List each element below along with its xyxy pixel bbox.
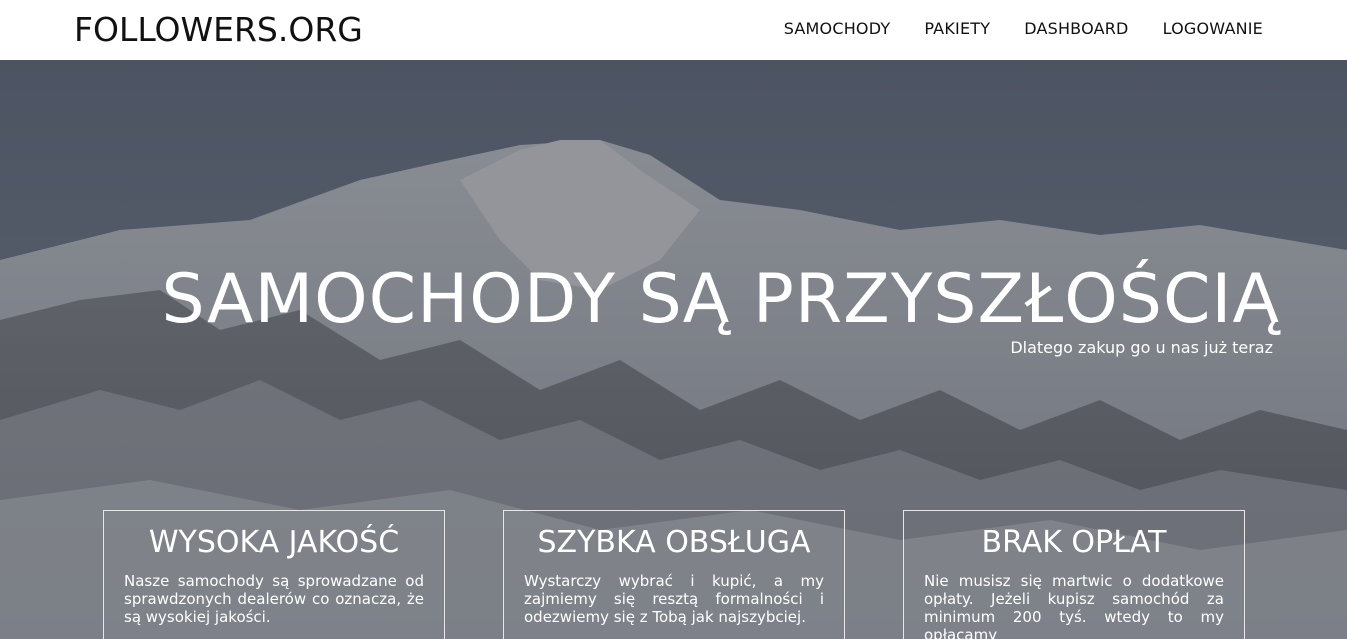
feature-title: SZYBKA OBSŁUGA [537, 525, 811, 560]
nav-menu: SAMOCHODY PAKIETY DASHBOARD LOGOWANIE [784, 19, 1263, 38]
feature-text: Wystarczy wybrać i kupić, a my zajmiemy … [524, 572, 824, 626]
hero-section: SAMOCHODY SĄ PRZYSZŁOŚCIĄ Dlatego zakup … [0, 60, 1347, 639]
nav-link-pakiety[interactable]: PAKIETY [924, 19, 990, 38]
hero-title: SAMOCHODY SĄ PRZYSZŁOŚCIĄ [161, 260, 1280, 339]
nav-link-samochody[interactable]: SAMOCHODY [784, 19, 891, 38]
feature-card-quality: WYSOKA JAKOŚĆ Nasze samochody są sprowad… [103, 510, 445, 639]
nav-link-dashboard[interactable]: DASHBOARD [1024, 19, 1128, 38]
feature-text: Nie musisz się martwic o dodatkowe opłat… [924, 572, 1224, 639]
nav-link-logowanie[interactable]: LOGOWANIE [1163, 19, 1263, 38]
feature-title: WYSOKA JAKOŚĆ [148, 525, 400, 560]
feature-text: Nasze samochody są sprowadzane od sprawd… [124, 572, 424, 626]
navbar: FOLLOWERS.ORG SAMOCHODY PAKIETY DASHBOAR… [0, 0, 1347, 60]
feature-card-service: SZYBKA OBSŁUGA Wystarczy wybrać i kupić,… [503, 510, 845, 639]
feature-card-no-fees: BRAK OPŁAT Nie musisz się martwic o doda… [903, 510, 1245, 639]
brand-logo[interactable]: FOLLOWERS.ORG [74, 10, 363, 49]
hero-subtitle: Dlatego zakup go u nas już teraz [1010, 338, 1273, 357]
feature-title: BRAK OPŁAT [981, 525, 1167, 560]
